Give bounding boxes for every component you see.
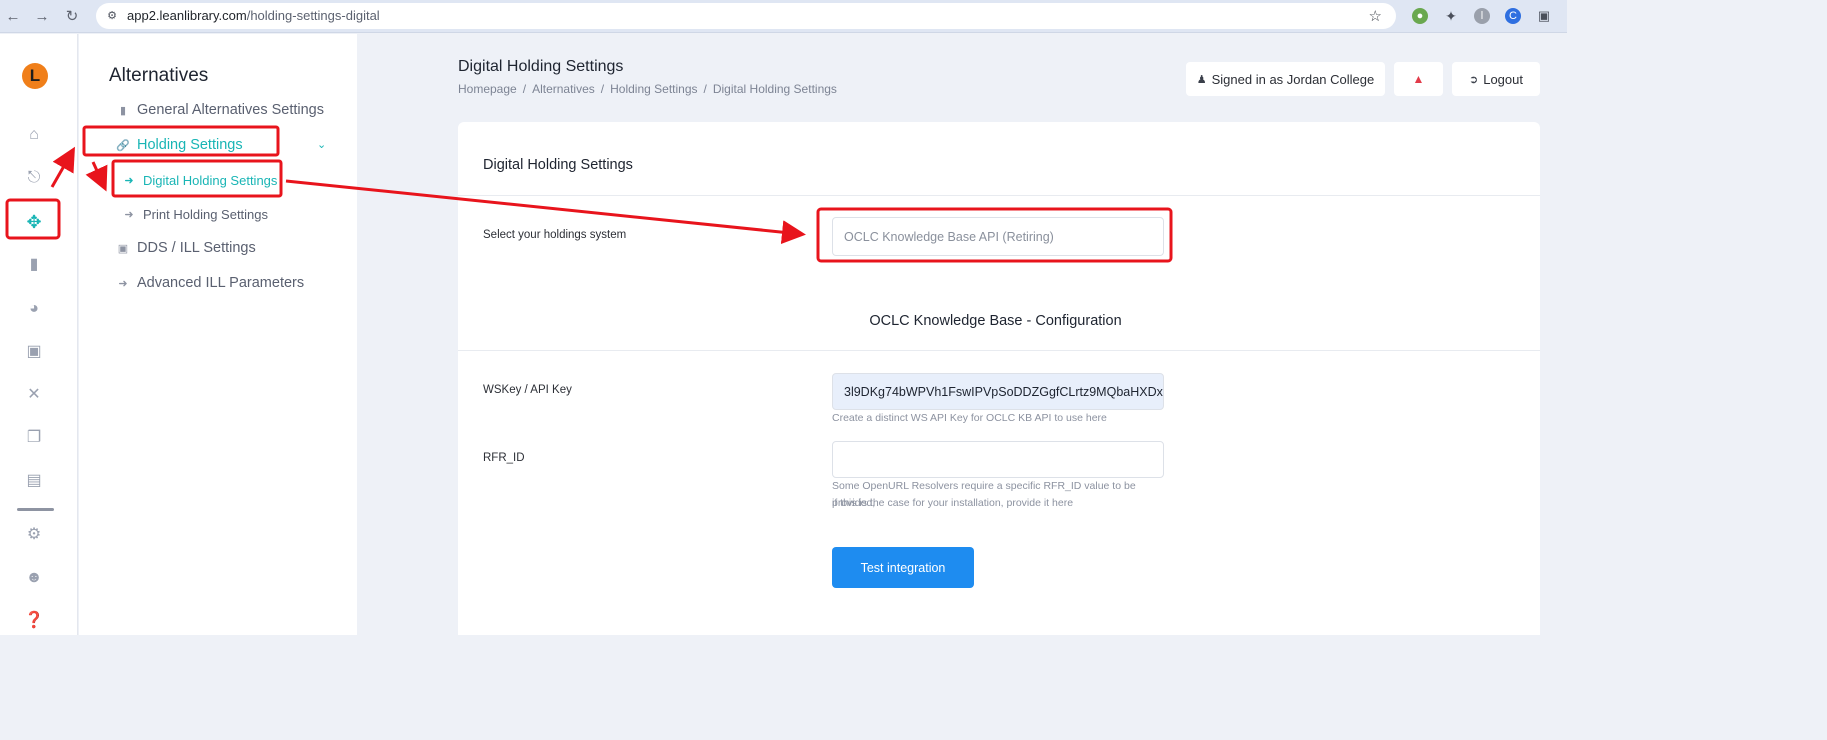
settings-card: Digital Holding Settings Select your hol… — [458, 122, 1540, 635]
sidebar-item-print-holding-settings[interactable]: ➜ Print Holding Settings — [121, 203, 268, 225]
sidebar-item-label: Holding Settings — [137, 137, 243, 153]
user-secret-icon: ▲ — [1412, 72, 1425, 86]
sidebar-item-digital-holding-settings[interactable]: ➜ Digital Holding Settings — [121, 169, 277, 191]
profile-l-icon[interactable]: l — [1474, 8, 1490, 24]
extensions-puzzle-icon[interactable]: ▣ — [1536, 8, 1552, 24]
breadcrumb-current: Digital Holding Settings — [712, 82, 837, 96]
reload-icon[interactable]: ↻ — [62, 7, 82, 27]
alternatives-sidebar: Alternatives ▮ General Alternatives Sett… — [79, 34, 357, 635]
sidebar-item-general-alternatives[interactable]: ▮ General Alternatives Settings — [115, 99, 324, 121]
unlock-icon[interactable]: ⎋ — [24, 168, 44, 188]
home-icon[interactable]: ⌂ — [24, 125, 44, 145]
extension-icon[interactable]: ● — [1412, 8, 1428, 24]
file-import-icon: ➜ — [124, 208, 134, 221]
holdings-system-label: Select your holdings system — [483, 229, 627, 241]
lean-library-logo[interactable]: L — [22, 63, 48, 89]
bar-chart-icon[interactable]: ▤ — [24, 471, 44, 491]
sidebar-item-holding-settings[interactable]: 🔗 Holding Settings — [115, 134, 243, 156]
puzzle-icon[interactable]: ▣ — [24, 342, 44, 362]
gear-icon[interactable]: ⚙ — [24, 525, 44, 545]
sidebar-item-label: Advanced ILL Parameters — [137, 275, 305, 291]
icon-rail: L ⌂ ⎋ ✥ ▮ ◕ ▣ ✕ ❐ ▤ ⚙ ☻ ❓ — [0, 34, 78, 635]
breadcrumb: Homepage / Alternatives / Holding Settings / D… — [458, 82, 837, 96]
sidebar-title: Alternatives — [109, 65, 209, 86]
sidebar-item-label: DDS / ILL Settings — [137, 240, 256, 256]
clone-icon[interactable]: ❐ — [24, 428, 44, 448]
alert-button[interactable]: ▲ — [1394, 62, 1443, 96]
help-icon[interactable]: ❓ — [24, 611, 44, 631]
pie-chart-icon[interactable]: ◕ — [24, 299, 44, 319]
wskey-hint: Create a distinct WS API Key for OCLC KB… — [832, 412, 1107, 424]
chevron-down-icon[interactable]: ⌄ — [317, 138, 326, 151]
forward-icon[interactable]: → — [32, 7, 52, 27]
page-title: Digital Holding Settings — [458, 58, 624, 75]
user-icon: ♟ — [1196, 73, 1207, 86]
sidebar-item-dds-ill-settings[interactable]: ▣ DDS / ILL Settings — [115, 237, 256, 259]
signed-in-button[interactable]: ♟ Signed in as Jordan College — [1186, 62, 1385, 96]
fork-icon[interactable]: ✦ — [1443, 8, 1459, 24]
wskey-label: WSKey / API Key — [483, 384, 572, 396]
sign-out-icon: ➲ — [1469, 73, 1479, 86]
breadcrumb-alternatives[interactable]: Alternatives — [532, 82, 595, 96]
sidebar-item-label: General Alternatives Settings — [137, 102, 324, 118]
rfr-id-label: RFR_ID — [483, 452, 525, 464]
logout-label: Logout — [1483, 71, 1523, 87]
back-icon[interactable]: ← — [3, 7, 23, 27]
divider — [458, 350, 1540, 351]
c-extension-icon[interactable]: C — [1505, 8, 1521, 24]
book-icon: ▮ — [119, 104, 127, 117]
breadcrumb-holding-settings[interactable]: Holding Settings — [610, 82, 697, 96]
rfr-id-hint-2: if this is the case for your installatio… — [832, 497, 1074, 509]
tools-icon[interactable]: ✕ — [24, 385, 44, 405]
test-integration-button[interactable]: Test integration — [832, 547, 974, 588]
oclc-config-title: OCLC Knowledge Base - Configuration — [869, 313, 1122, 329]
bookmark-star-icon[interactable]: ☆ — [1369, 7, 1382, 25]
sidebar-item-advanced-ill-parameters[interactable]: ➜ Advanced ILL Parameters — [115, 272, 304, 294]
breadcrumb-homepage[interactable]: Homepage — [458, 82, 517, 96]
rfr-id-input[interactable] — [832, 441, 1164, 478]
card-title: Digital Holding Settings — [483, 157, 633, 173]
divider — [458, 195, 1540, 196]
address-url: app2.leanlibrary.com/holding-settings-di… — [127, 8, 380, 23]
sidebar-item-label: Digital Holding Settings — [143, 172, 278, 188]
browser-toolbar: ← → ↻ ⚙ app2.leanlibrary.com/holding-set… — [0, 0, 1567, 33]
link-icon: 🔗 — [116, 139, 130, 152]
signed-in-label: Signed in as Jordan College — [1211, 71, 1375, 87]
address-bar[interactable]: ⚙ app2.leanlibrary.com/holding-settings-… — [96, 3, 1396, 29]
file-import-icon: ➜ — [124, 174, 134, 187]
wskey-input[interactable]: 3l9DKg74bWPVh1FswIPVpSoDDZGgfCLrtz9MQbaH… — [832, 373, 1164, 410]
logout-button[interactable]: ➲ Logout — [1452, 62, 1540, 96]
site-settings-icon[interactable]: ⚙ — [105, 9, 119, 23]
chat-icon[interactable]: ▮ — [24, 255, 44, 275]
image-icon: ▣ — [117, 242, 129, 255]
rail-divider — [17, 508, 54, 511]
users-icon[interactable]: ☻ — [24, 568, 44, 588]
file-import-icon: ➜ — [118, 277, 128, 290]
holdings-system-select[interactable]: OCLC Knowledge Base API (Retiring) — [832, 217, 1164, 256]
move-arrows-icon[interactable]: ✥ — [24, 212, 44, 232]
sidebar-item-label: Print Holding Settings — [143, 206, 269, 222]
